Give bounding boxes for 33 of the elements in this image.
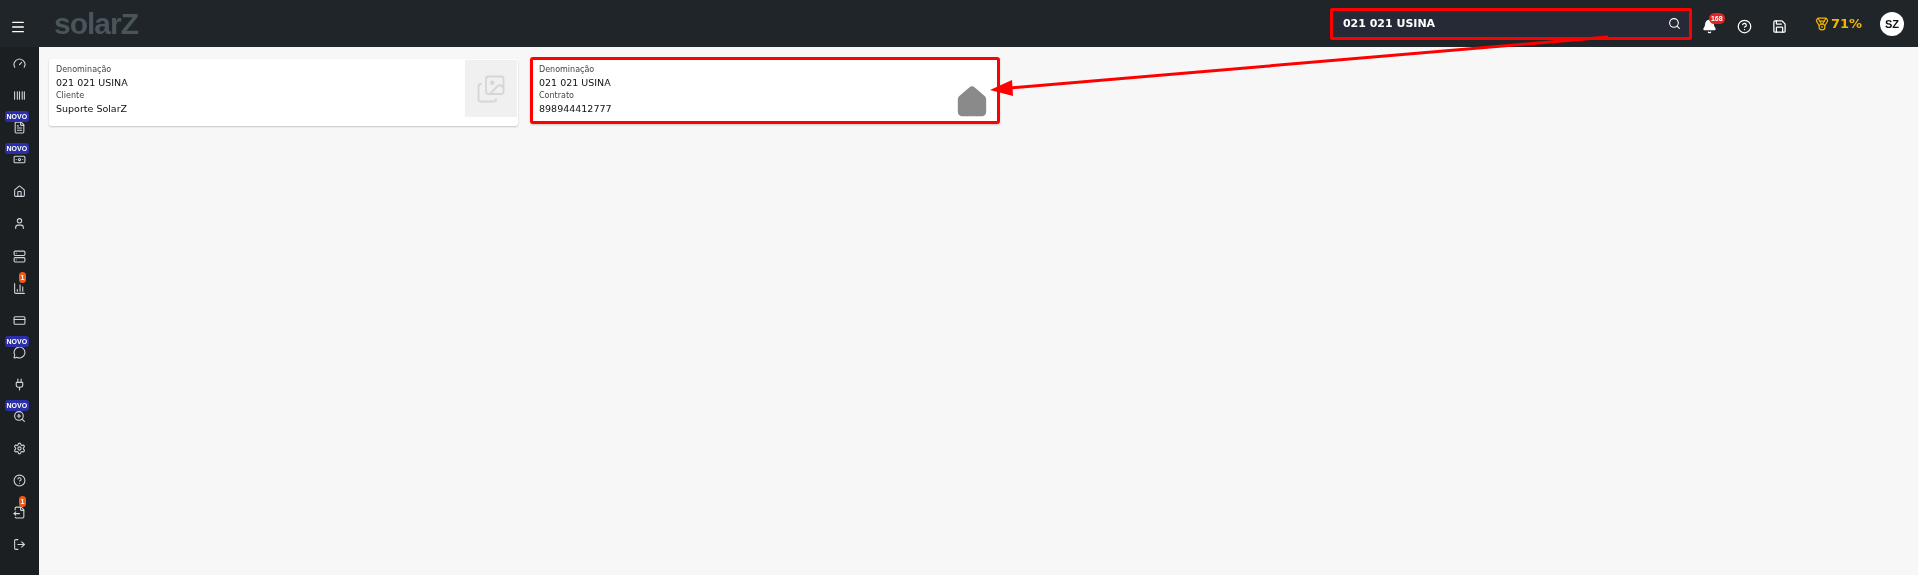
field-label: Cliente [56, 90, 86, 102]
field-value: 898944412777 [539, 102, 613, 116]
search-field[interactable]: 021 021 USINA [1340, 16, 1668, 31]
field-value: 021 021 USINA [56, 76, 129, 90]
home-icon [13, 185, 26, 199]
result-card[interactable]: Denominação 021 021 USINA Contrato 898944412777 [530, 57, 1000, 124]
avatar[interactable]: SZ [1880, 11, 1904, 36]
field-value: 021 021 USINA [539, 76, 612, 90]
help-icon [13, 474, 26, 488]
field-label: Denominação [56, 64, 113, 76]
plug-icon [13, 377, 26, 391]
search-icon[interactable] [1667, 17, 1681, 30]
gauge-icon [13, 57, 26, 70]
field-label: Contrato [539, 90, 575, 102]
search-bar[interactable]: 021 021 USINA [1329, 7, 1692, 40]
settings-icon [13, 442, 26, 456]
bar-chart-icon [13, 281, 26, 295]
house-icon [955, 85, 989, 119]
zoom-icon [13, 410, 26, 424]
logout-icon [13, 538, 26, 552]
server-icon [13, 249, 26, 263]
user-icon [13, 217, 26, 231]
file-export-icon [13, 506, 26, 520]
result-card[interactable]: Denominação 021 021 USINA Cliente Suporte SolarZ [49, 59, 518, 126]
field-label: Denominação [539, 64, 596, 76]
chat-icon [13, 345, 26, 359]
credit-card-icon [13, 313, 26, 327]
score-text: 71% [1830, 16, 1862, 31]
document-icon [13, 121, 26, 135]
image-placeholder [465, 60, 517, 117]
field-value: Suporte SolarZ [56, 102, 129, 116]
barcode-icon [13, 89, 26, 103]
medal-icon [1814, 16, 1829, 31]
